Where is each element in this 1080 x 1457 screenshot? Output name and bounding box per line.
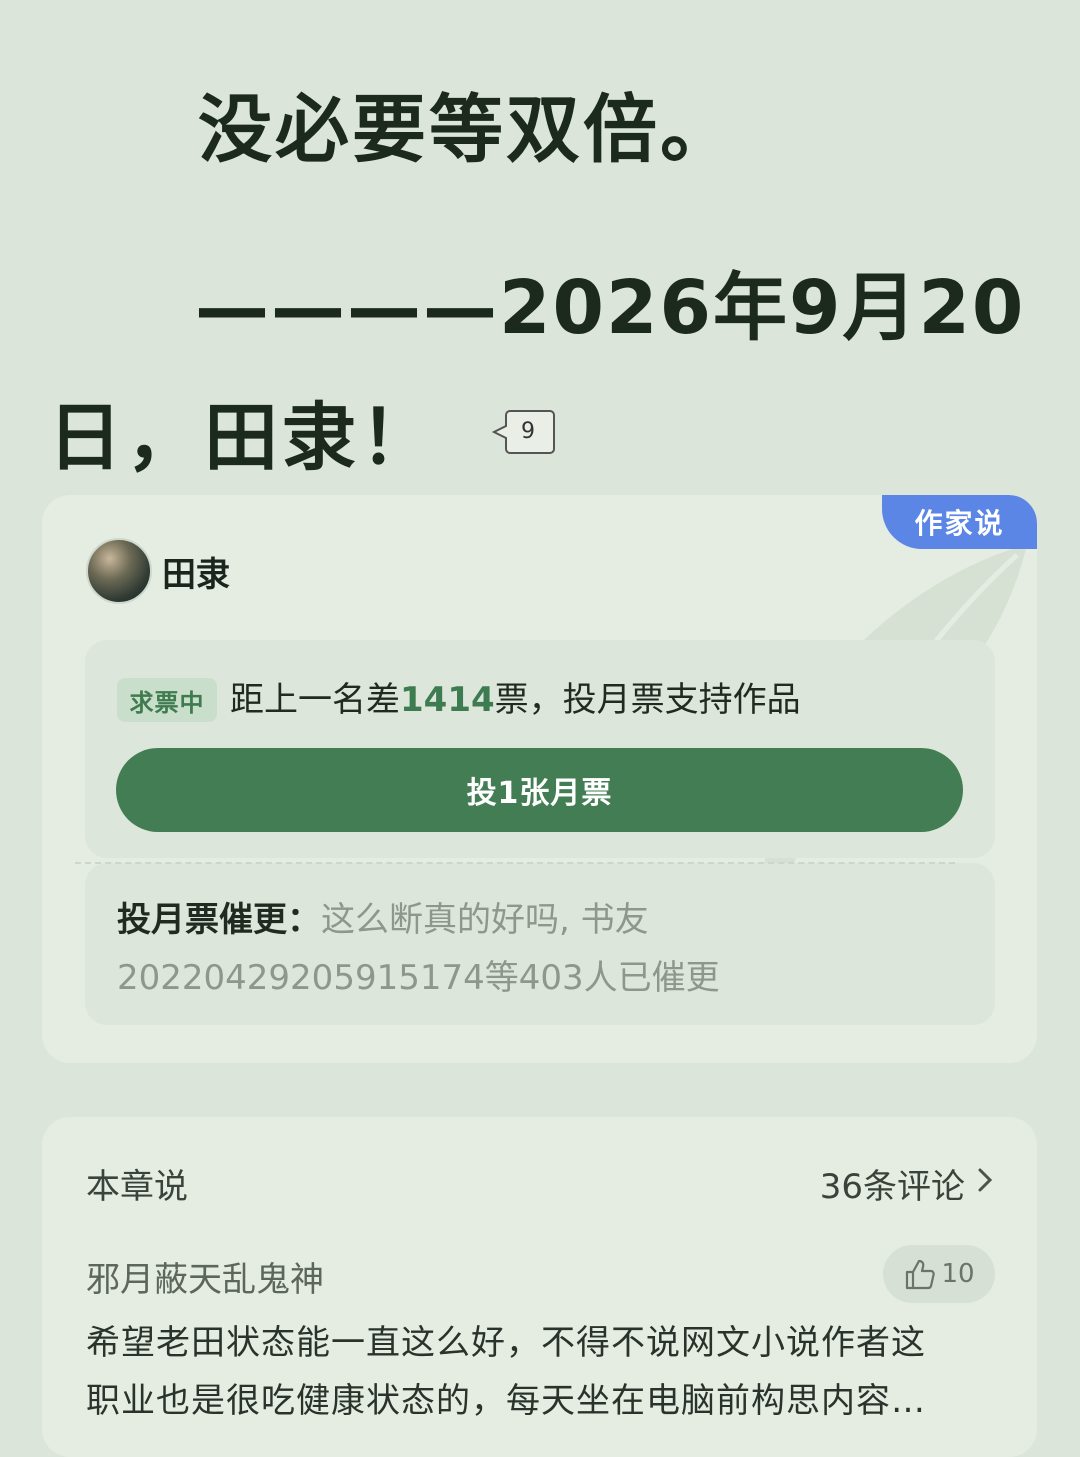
- urge-update-box[interactable]: 投月票催更：这么断真的好吗, 书友20220429205915174等403人已…: [85, 863, 995, 1025]
- vote-prefix: 距上一名差: [230, 680, 400, 720]
- vote-gap-number: 1414: [400, 680, 495, 720]
- author-says-tag: 作家说: [882, 495, 1037, 549]
- urge-update-label: 投月票催更：: [117, 900, 321, 940]
- paragraph-comment-button[interactable]: 9: [492, 408, 556, 456]
- chapter-comments-title: 本章说: [86, 1167, 188, 1207]
- chapter-line-2: ————2026年9月20: [195, 265, 1026, 351]
- comment-count: 36条评论: [819, 1167, 965, 1207]
- urge-update-text: 投月票催更：这么断真的好吗, 书友20220429205915174等403人已…: [117, 891, 977, 1007]
- vote-gap-text: 距上一名差1414票，投月票支持作品: [230, 678, 801, 722]
- like-count: 10: [941, 1259, 975, 1289]
- thumbs-up-icon: [906, 1259, 936, 1290]
- chapter-line-1: 没必要等双倍。: [198, 87, 737, 173]
- like-button[interactable]: 10: [883, 1245, 995, 1303]
- vote-monthly-ticket-button[interactable]: 投1张月票: [116, 748, 963, 832]
- chapter-comments-card: 本章说 36条评论 邪月蔽天乱鬼神 10 希望老田状态能一直这么好，不得不说网文…: [42, 1117, 1037, 1457]
- comment-line-1: 希望老田状态能一直这么好，不得不说网文小说作者这: [86, 1323, 926, 1363]
- author-avatar[interactable]: [86, 538, 152, 604]
- dashed-divider: [75, 862, 955, 864]
- comment-body[interactable]: 希望老田状态能一直这么好，不得不说网文小说作者这 职业也是很吃健康状态的，每天坐…: [86, 1314, 991, 1430]
- author-name[interactable]: 田隶: [162, 547, 230, 596]
- chevron-right-icon: [977, 1166, 993, 1201]
- vote-suffix: 票，投月票支持作品: [494, 680, 801, 720]
- paragraph-comment-count: 9: [521, 419, 535, 444]
- comment-line-2: 职业也是很吃健康状态的，每天坐在电脑前构思内容…: [86, 1381, 926, 1421]
- status-badge: 求票中: [117, 678, 217, 722]
- commenter-name[interactable]: 邪月蔽天乱鬼神: [86, 1252, 324, 1301]
- chapter-line-3: 日，田隶！ 9: [48, 378, 556, 485]
- author-says-card: 作家说 田隶 求票中 距上一名差1414票，投月票支持作品 投1张月票 投月票催…: [42, 495, 1037, 1063]
- all-comments-link[interactable]: 36条评论: [820, 1159, 993, 1208]
- monthly-vote-box: 求票中 距上一名差1414票，投月票支持作品 投1张月票: [85, 640, 995, 858]
- chapter-line-3-text: 日，田隶！: [48, 395, 438, 481]
